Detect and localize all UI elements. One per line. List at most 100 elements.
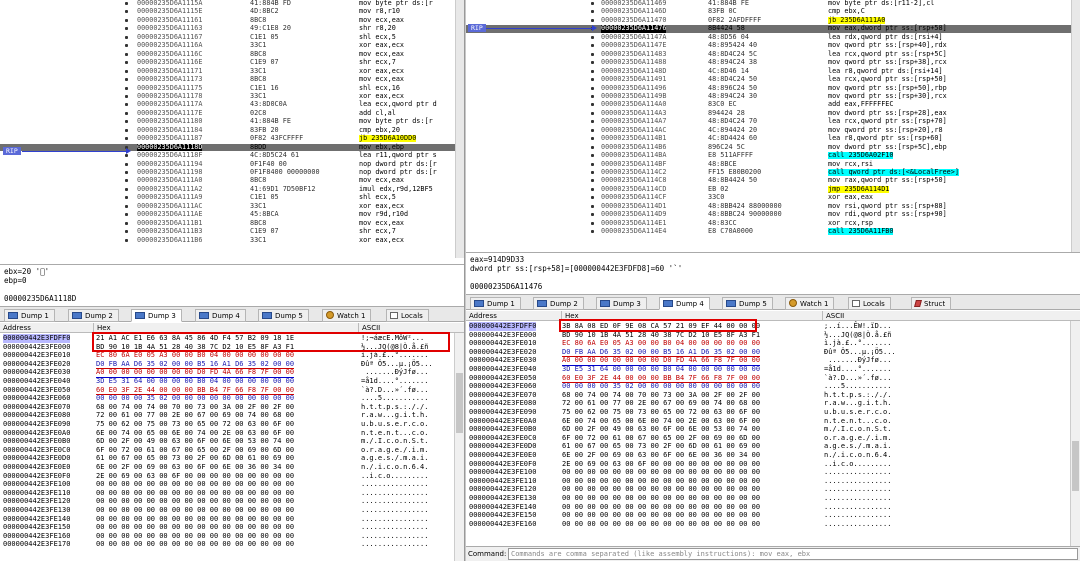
dump-row[interactable]: 000000442E3FE160 00 00 00 00 00 00 00 00 … <box>466 520 1070 529</box>
tab-watch-1[interactable]: Watch 1 <box>322 309 372 322</box>
tab-dump-1[interactable]: Dump 1 <box>470 297 521 310</box>
disasm-row[interactable]: 00000235D6A1147E 48:895424 40 mov qword pt… <box>466 42 1071 49</box>
disasm-row[interactable]: 00000235D6A11173 8BC8 mov ecx,eax <box>0 75 455 83</box>
breakpoint-dot[interactable] <box>591 120 594 124</box>
breakpoint-dot[interactable] <box>125 238 128 242</box>
dump-row[interactable]: 000000442E3FE020 D0 FB AA D6 35 02 00 00 … <box>466 348 1070 358</box>
dump-row[interactable]: 000000442E3FE0A0 6E 00 74 00 65 00 6E 00 … <box>0 429 454 438</box>
dump-row[interactable]: 000000442E3FE0D0 61 00 67 00 65 00 73 00 … <box>466 442 1070 451</box>
breakpoint-dot[interactable] <box>125 162 128 166</box>
dump-row[interactable]: 000000442E3FE150 00 00 00 00 00 00 00 00 … <box>0 523 454 532</box>
dump-row[interactable]: 000000442E3FE0F0 2E 00 69 00 63 00 6F 00 … <box>466 460 1070 469</box>
breakpoint-dot[interactable] <box>125 52 128 56</box>
disasm-row[interactable]: 00000235D6A11180 41:884B FE mov byte ptr d… <box>0 118 455 125</box>
dump-row[interactable]: 000000442E3FE0D0 61 00 67 00 65 00 73 00 … <box>0 454 454 463</box>
breakpoint-dot[interactable] <box>125 204 128 208</box>
dump-row[interactable]: 000000442E3FE090 75 00 62 00 75 00 73 00 … <box>466 408 1070 417</box>
dump-row[interactable]: 000000442E3FE160 00 00 00 00 00 00 00 00 … <box>0 532 454 541</box>
dump-row[interactable]: 000000442E3FDFF0 3B 8A 08 ED 0F 9E 08 CA … <box>466 322 1070 331</box>
dump-row[interactable]: 000000442E3FE000 BD 90 10 1B 4A 51 28 40 … <box>0 343 454 352</box>
disasm-row[interactable]: 00000235D6A11198 0F1F8400 00000000 nop dwo… <box>0 168 455 176</box>
breakpoint-dot[interactable] <box>125 171 128 174</box>
tab-dump-3[interactable]: Dump 3 <box>596 297 647 310</box>
breakpoint-dot[interactable] <box>591 103 594 107</box>
disasm-row[interactable]: 00000235D6A114CF 33C0 xor eax,eax <box>466 194 1071 201</box>
command-input[interactable]: Commands are comma separated (like assem… <box>508 548 1078 560</box>
disassembly-scrollbar[interactable] <box>1071 0 1080 258</box>
breakpoint-dot[interactable] <box>125 86 128 90</box>
disasm-row[interactable]: 00000235D6A111AE 45:8BCA mov r9d,r10d <box>0 211 455 218</box>
disasm-row[interactable]: 00000235D6A1117A 43:8D0C0A lea ecx,qword p… <box>0 101 455 108</box>
breakpoint-dot[interactable] <box>591 52 594 56</box>
dump-row[interactable]: 000000442E3FE010 EC 80 6A E0 05 A3 00 00 … <box>466 339 1070 348</box>
disasm-row[interactable]: 00000235D6A1115E 4D:8BC2 mov r8,r10 <box>0 8 455 15</box>
dump-row[interactable]: 000000442E3FE090 75 00 62 00 75 00 73 00 … <box>0 420 454 429</box>
disasm-row[interactable]: 00000235D6A111B3 C1E9 07 shr ecx,7 <box>0 227 455 235</box>
breakpoint-dot[interactable] <box>591 187 594 191</box>
dump-row[interactable]: 000000442E3FE080 72 00 61 00 77 00 2E 00 … <box>0 411 454 420</box>
disasm-row[interactable]: 00000235D6A114D9 48:8BBC24 90000000 mov rd… <box>466 211 1071 218</box>
disasm-row[interactable]: 00000235D6A114BF 48:8BCE mov rcx,rsi <box>466 160 1071 168</box>
disasm-row[interactable]: 00000235D6A111AC 33C1 xor eax,ecx <box>0 202 455 210</box>
breakpoint-dot[interactable] <box>591 111 594 115</box>
disasm-row[interactable]: 00000235D6A1149B 48:894C24 30 mov qword pt… <box>466 92 1071 100</box>
breakpoint-dot[interactable] <box>591 61 594 65</box>
dump-row[interactable]: 000000442E3FE170 00 00 00 00 00 00 00 00 … <box>0 540 454 549</box>
dump-row[interactable]: 000000442E3FE130 00 00 00 00 00 00 00 00 … <box>466 494 1070 503</box>
dump-row[interactable]: 000000442E3FE070 68 00 74 00 74 00 70 00 … <box>0 403 454 412</box>
disasm-row[interactable]: 00000235D6A1118F 4C:8D5C24 61 lea r11,qwor… <box>0 151 455 159</box>
breakpoint-dot[interactable] <box>591 171 594 174</box>
breakpoint-dot[interactable] <box>591 18 594 22</box>
breakpoint-dot[interactable] <box>125 221 128 225</box>
dump-row[interactable]: 000000442E3FE000 BD 90 10 1B 4A 51 28 40 … <box>466 331 1070 340</box>
scroll-thumb[interactable] <box>456 373 463 433</box>
breakpoint-dot[interactable] <box>125 69 128 73</box>
disasm-row[interactable]: 00000235D6A114B6 896C24 5C mov dword ptr s… <box>466 143 1071 151</box>
disasm-row[interactable]: 00000235D6A11163 49:C1E8 20 shr r8,20 <box>0 25 455 32</box>
breakpoint-dot[interactable] <box>591 35 594 39</box>
breakpoint-dot[interactable] <box>125 44 128 48</box>
breakpoint-dot[interactable] <box>125 94 128 98</box>
tab-watch-1[interactable]: Watch 1 <box>785 297 835 310</box>
dump-row[interactable]: 000000442E3FE110 00 00 00 00 00 00 00 00 … <box>0 489 454 498</box>
disasm-row[interactable]: 00000235D6A1147A 48:8D56 04 lea rdx,qword … <box>466 33 1071 41</box>
breakpoint-dot[interactable] <box>591 221 594 225</box>
disasm-row[interactable]: 00000235D6A11483 48:8D4C24 5C lea rcx,qwor… <box>466 50 1071 58</box>
disassembly-view[interactable]: 00000235D6A11469 41:884B FE mov byte ptr d… <box>466 0 1080 258</box>
dump-row[interactable]: 000000442E3FE0E0 6E 00 2F 00 69 00 63 00 … <box>0 463 454 472</box>
breakpoint-dot[interactable] <box>125 78 128 82</box>
breakpoint-dot[interactable] <box>591 2 594 5</box>
disasm-row[interactable]: 00000235D6A114A3 894424 28 mov dword ptr s… <box>466 109 1071 117</box>
tab-struct[interactable]: Struct <box>911 297 952 310</box>
breakpoint-dot[interactable] <box>591 78 594 82</box>
breakpoint-dot[interactable] <box>125 18 128 22</box>
breakpoint-dot[interactable] <box>125 111 128 115</box>
disassembly-scrollbar[interactable] <box>455 0 464 258</box>
breakpoint-dot[interactable] <box>591 213 594 217</box>
disasm-row[interactable]: 00000235D6A1116E C1E9 07 shr ecx,7 <box>0 58 455 66</box>
dump-row[interactable]: 000000442E3FE070 68 00 74 00 74 00 70 00 … <box>466 391 1070 400</box>
breakpoint-dot[interactable] <box>591 86 594 90</box>
breakpoint-dot[interactable] <box>591 145 594 149</box>
ascii-column-header[interactable]: ASCII <box>822 311 844 321</box>
hex-column-header[interactable]: Hex <box>93 323 111 333</box>
breakpoint-dot[interactable] <box>125 2 128 5</box>
breakpoint-dot[interactable] <box>125 154 128 158</box>
breakpoint-dot[interactable] <box>125 61 128 65</box>
disasm-row[interactable]: 00000235D6A114A0 83C0 EC add eax,FFFFFFEC <box>466 101 1071 108</box>
breakpoint-dot[interactable] <box>125 230 128 234</box>
disasm-row[interactable]: 00000235D6A1115A 41:884B FD mov byte ptr d… <box>0 0 455 7</box>
dump-row[interactable]: 000000442E3FDFF0 21 A1 AC E1 E6 63 8A 45 … <box>0 334 454 343</box>
breakpoint-dot[interactable] <box>591 230 594 234</box>
dump-row[interactable]: 000000442E3FE060 00 00 00 00 35 02 00 00 … <box>466 382 1070 391</box>
disasm-row[interactable]: 00000235D6A114C8 48:8B4424 50 mov rax,qwor… <box>466 177 1071 184</box>
disasm-row[interactable]: 00000235D6A1116C 8BC8 mov ecx,eax <box>0 50 455 58</box>
disasm-row[interactable]: 00000235D6A11491 48:8D4C24 50 lea rcx,qwor… <box>466 75 1071 83</box>
dump-row[interactable]: 000000442E3FE130 00 00 00 00 00 00 00 00 … <box>0 506 454 515</box>
disasm-row[interactable]: 00000235D6A1146D 83FB 0C cmp ebx,C <box>466 8 1071 15</box>
address-column-header[interactable]: Address <box>0 323 31 333</box>
dump-row[interactable]: 000000442E3FE050 60 E0 3F 2E 44 00 00 00 … <box>0 386 454 396</box>
disasm-row[interactable]: 00000235D6A111A9 C1E1 05 shl ecx,5 <box>0 194 455 201</box>
breakpoint-dot[interactable] <box>591 10 594 14</box>
disasm-row[interactable]: 00000235D6A11184 83FB 20 cmp ebx,20 <box>0 126 455 134</box>
